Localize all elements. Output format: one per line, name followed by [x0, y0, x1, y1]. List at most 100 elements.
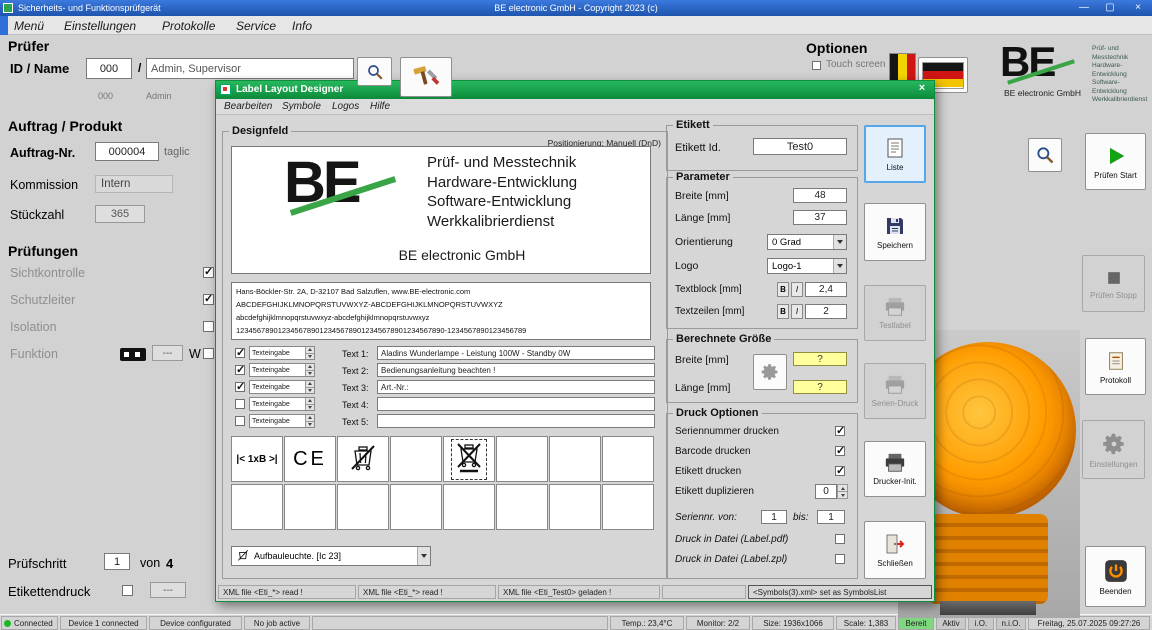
text-row-3-type-select[interactable]: Texteingabe: [249, 380, 315, 394]
pruefer-search-button[interactable]: [357, 57, 392, 86]
druck-zpl-checkbox[interactable]: [835, 554, 845, 564]
dialog-close-button[interactable]: ×: [914, 82, 930, 94]
symbol-cell-9[interactable]: [231, 484, 283, 530]
textblock-bold-button[interactable]: B: [777, 282, 789, 297]
symbol-cell-16[interactable]: [602, 484, 654, 530]
duplizieren-spinner[interactable]: [837, 484, 848, 499]
label-layout-designer-dialog: Label Layout Designer × Bearbeiten Symbo…: [215, 80, 935, 602]
symbol-cell-4[interactable]: [390, 436, 442, 482]
menu-service[interactable]: Service: [236, 19, 276, 33]
etikett-duplizieren-input[interactable]: 0: [815, 484, 837, 499]
pruefen-stopp-button[interactable]: Prüfen Stopp: [1082, 255, 1145, 312]
textzeilen-italic-button[interactable]: I: [791, 304, 803, 319]
etikett-id-input[interactable]: Test0: [753, 138, 847, 155]
dialog-menu-symbole[interactable]: Symbole: [282, 101, 321, 112]
text-row-2-checkbox[interactable]: [235, 365, 245, 375]
text-row-2-type-select[interactable]: Texteingabe: [249, 363, 315, 377]
barcode-drucken-checkbox[interactable]: [835, 446, 845, 456]
symbol-cell-8[interactable]: [602, 436, 654, 482]
pruefschritt-input[interactable]: 1: [104, 553, 130, 570]
pruefer-name-input[interactable]: Admin, Supervisor: [146, 58, 354, 79]
testlabel-button[interactable]: Testlabel: [864, 285, 926, 341]
close-button[interactable]: ×: [1126, 0, 1150, 16]
berechnete-breite-label: Breite [mm]: [675, 354, 729, 366]
funktion-checkbox[interactable]: [203, 348, 214, 359]
symbol-cell-15[interactable]: [549, 484, 601, 530]
orientierung-select[interactable]: 0 Grad: [767, 234, 847, 250]
laenge-input[interactable]: 37: [793, 210, 847, 225]
menu-info[interactable]: Info: [292, 19, 312, 33]
isolation-checkbox[interactable]: [203, 321, 214, 332]
symbol-cell-12[interactable]: [390, 484, 442, 530]
text-row-4-checkbox[interactable]: [235, 399, 245, 409]
textblock-italic-button[interactable]: I: [791, 282, 803, 297]
dialog-menu-logos[interactable]: Logos: [332, 101, 359, 112]
symbol-combobox[interactable]: Aufbauleuchte. [Ic 23]: [231, 546, 431, 566]
minimize-button[interactable]: —: [1072, 0, 1096, 16]
berechnen-button[interactable]: [753, 354, 787, 390]
menu-einstellungen[interactable]: Einstellungen: [64, 19, 136, 33]
zoom-search-button[interactable]: [1028, 138, 1062, 172]
brand-company: BE electronic GmbH: [1004, 88, 1081, 98]
symbol-cell-11[interactable]: [337, 484, 389, 530]
symbol-cell-1[interactable]: |< 1xB >|: [231, 436, 283, 482]
pruefer-tools-button[interactable]: [400, 57, 452, 97]
liste-button[interactable]: Liste: [864, 125, 926, 183]
etikettendruck-checkbox[interactable]: [122, 585, 133, 596]
text-row-1-input[interactable]: Aladins Wunderlampe - Leistung 100W - St…: [377, 346, 655, 360]
dialog-status-3: XML file <Eti_Test0> geladen !: [498, 585, 660, 599]
breite-input[interactable]: 48: [793, 188, 847, 203]
drucker-init-button[interactable]: Drucker-Init.: [864, 441, 926, 497]
seriennr-von-input[interactable]: 1: [761, 510, 787, 524]
symbol-cell-2[interactable]: CE: [284, 436, 336, 482]
menu-menue[interactable]: Menü: [14, 19, 44, 33]
textzeilen-input[interactable]: 2: [805, 304, 847, 319]
symbol-cell-3[interactable]: [337, 436, 389, 482]
etikett-drucken-checkbox[interactable]: [835, 466, 845, 476]
seriennummer-drucken-checkbox[interactable]: [835, 426, 845, 436]
pruefen-start-button[interactable]: Prüfen Start: [1085, 133, 1146, 190]
maximize-button[interactable]: ▢: [1098, 0, 1122, 16]
speichern-button[interactable]: Speichern: [864, 203, 926, 261]
beenden-button[interactable]: Beenden: [1085, 546, 1146, 607]
symbol-cell-13[interactable]: [443, 484, 495, 530]
einstellungen-button[interactable]: Einstellungen: [1082, 420, 1145, 479]
dialog-menu-bearbeiten[interactable]: Bearbeiten: [224, 101, 272, 112]
address-charset-box[interactable]: Hans-Böckler-Str. 2A, D-32107 Bad Salzuf…: [231, 282, 651, 340]
touchscreen-checkbox[interactable]: [812, 61, 821, 70]
text-row-5-checkbox[interactable]: [235, 416, 245, 426]
symbol-cell-5[interactable]: [443, 436, 495, 482]
auftrag-nr-input[interactable]: 000004: [95, 142, 159, 161]
text-row-3-checkbox[interactable]: [235, 382, 245, 392]
kommission-field[interactable]: Intern: [95, 175, 173, 193]
symbol-cell-6[interactable]: [496, 436, 548, 482]
logo-select[interactable]: Logo-1: [767, 258, 847, 274]
text-row-1-type-select[interactable]: Texteingabe: [249, 346, 315, 360]
dialog-menu-hilfe[interactable]: Hilfe: [370, 101, 390, 112]
text-row-2-input[interactable]: Bedienungsanleitung beachten !: [377, 363, 655, 377]
serien-druck-button[interactable]: Serien-Druck: [864, 363, 926, 419]
label-preview[interactable]: BE Prüf- und Messtechnik Hardware-Entwic…: [231, 146, 651, 274]
textzeilen-bold-button[interactable]: B: [777, 304, 789, 319]
text-row-2-label: Text 2:: [342, 366, 369, 376]
textblock-input[interactable]: 2,4: [805, 282, 847, 297]
text-row-1-checkbox[interactable]: [235, 348, 245, 358]
symbol-cell-14[interactable]: [496, 484, 548, 530]
text-row-4-type-select[interactable]: Texteingabe: [249, 397, 315, 411]
symbol-cell-10[interactable]: [284, 484, 336, 530]
druck-pdf-checkbox[interactable]: [835, 534, 845, 544]
protokoll-button[interactable]: Protokoll: [1085, 338, 1146, 395]
orientierung-label: Orientierung: [675, 236, 733, 248]
text-row-4-input[interactable]: [377, 397, 655, 411]
schliessen-button[interactable]: Schließen: [864, 521, 926, 579]
schutzleiter-checkbox[interactable]: [203, 294, 214, 305]
seriennr-bis-input[interactable]: 1: [817, 510, 845, 524]
pruefschritt-label: Prüfschritt: [8, 556, 67, 571]
text-row-5-type-select[interactable]: Texteingabe: [249, 414, 315, 428]
text-row-3-input[interactable]: Art.-Nr.:: [377, 380, 655, 394]
sichtkontrolle-checkbox[interactable]: [203, 267, 214, 278]
symbol-cell-7[interactable]: [549, 436, 601, 482]
menu-protokolle[interactable]: Protokolle: [162, 19, 215, 33]
pruefer-id-input[interactable]: 000: [86, 58, 132, 79]
text-row-5-input[interactable]: [377, 414, 655, 428]
